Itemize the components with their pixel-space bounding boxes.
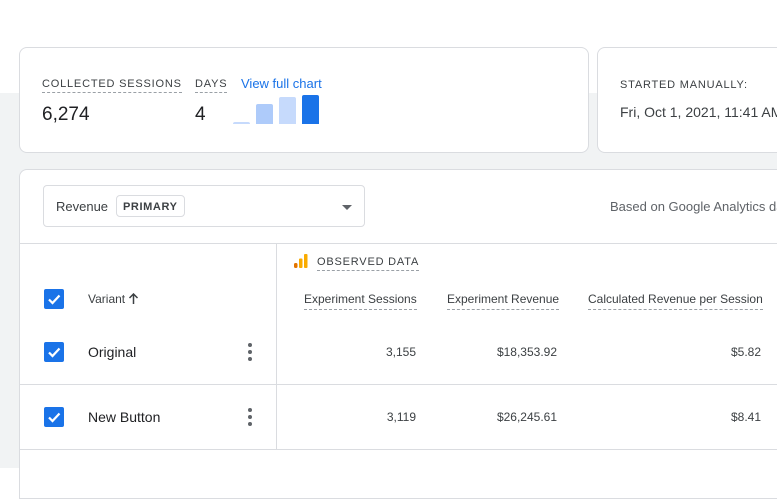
variant-name: New Button [88, 409, 161, 425]
variant-header-label: Variant [88, 292, 126, 306]
more-options-icon[interactable] [246, 343, 254, 361]
check-icon [48, 347, 61, 358]
sparkline-bar [256, 104, 273, 124]
revenue-per-session-cell: $5.82 [730, 345, 761, 359]
row-checkbox[interactable] [44, 342, 64, 362]
summary-card: COLLECTED SESSIONS 6,274 DAYS 4 View ful… [19, 47, 589, 153]
primary-badge: PRIMARY [116, 195, 185, 217]
observed-data-group: OBSERVED DATA [294, 254, 420, 273]
sessions-cell: 3,155 [385, 345, 416, 359]
row-checkbox[interactable] [44, 407, 64, 427]
column-header-label: Calculated Revenue per Session [588, 292, 763, 310]
days-sparkline[interactable] [233, 94, 323, 124]
analytics-icon [294, 254, 308, 268]
revenue-per-session-cell: $8.41 [730, 410, 761, 424]
collected-sessions-label: COLLECTED SESSIONS [42, 78, 182, 93]
check-icon [48, 294, 61, 305]
sparkline-bar [279, 97, 296, 124]
more-options-icon[interactable] [246, 408, 254, 426]
column-divider [276, 243, 277, 450]
revenue-cell: $18,353.92 [496, 345, 557, 359]
started-value: Fri, Oct 1, 2021, 11:41 AM G [620, 104, 777, 120]
row-divider [20, 384, 777, 385]
row-divider [20, 449, 777, 450]
collected-sessions-value: 6,274 [42, 104, 90, 125]
select-all-checkbox[interactable] [44, 289, 64, 309]
started-card: STARTED MANUALLY: Fri, Oct 1, 2021, 11:4… [597, 47, 777, 153]
days-label: DAYS [195, 78, 228, 93]
based-on-note: Based on Google Analytics da [610, 199, 777, 214]
variant-column-header[interactable]: Variant [88, 292, 139, 306]
observed-data-label: OBSERVED DATA [317, 256, 420, 271]
column-header-revenue-per-session[interactable]: Calculated Revenue per Session [588, 292, 763, 310]
column-header-revenue[interactable]: Experiment Revenue [447, 292, 560, 310]
check-icon [48, 412, 61, 423]
view-full-chart-link[interactable]: View full chart [241, 76, 322, 91]
dropdown-caret-icon [342, 205, 352, 210]
column-header-sessions[interactable]: Experiment Sessions [304, 292, 417, 310]
divider [20, 243, 777, 244]
metric-dropdown[interactable]: Revenue PRIMARY [43, 185, 365, 227]
sparkline-bar [233, 122, 250, 124]
column-header-label: Experiment Sessions [304, 292, 417, 310]
results-card: Revenue PRIMARY Based on Google Analytic… [19, 169, 777, 499]
column-header-label: Experiment Revenue [447, 292, 560, 310]
sessions-cell: 3,119 [386, 410, 416, 424]
started-label: STARTED MANUALLY: [620, 79, 748, 91]
metric-name: Revenue [56, 199, 109, 214]
arrow-up-icon [129, 292, 139, 304]
variant-name: Original [88, 344, 137, 360]
revenue-cell: $26,245.61 [496, 410, 557, 424]
sparkline-bar [302, 95, 319, 124]
days-value: 4 [195, 104, 206, 125]
